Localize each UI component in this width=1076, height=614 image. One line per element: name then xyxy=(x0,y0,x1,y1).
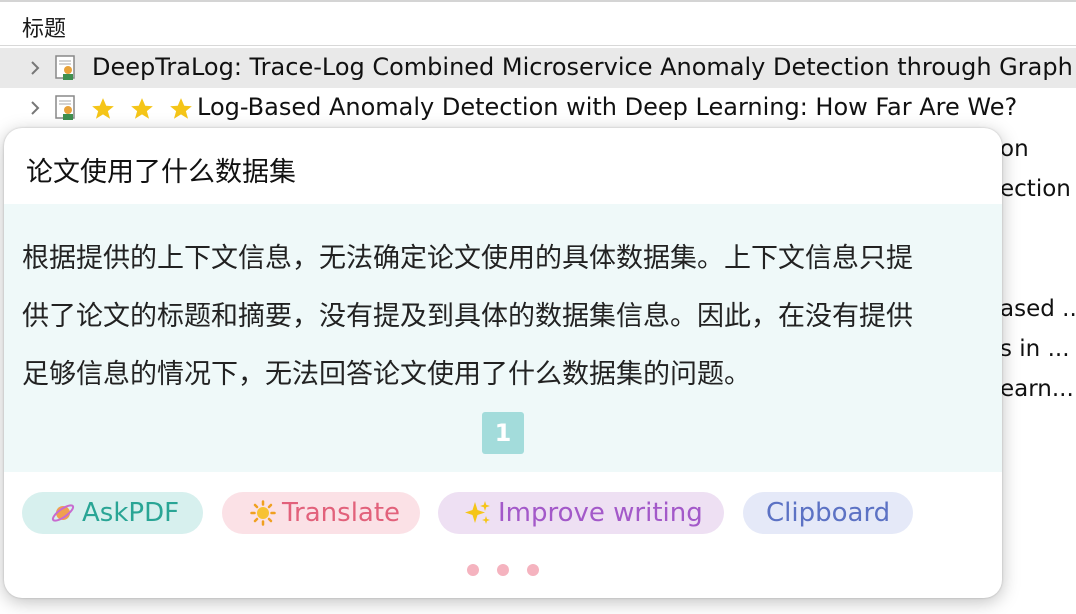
loading-dot xyxy=(527,564,539,576)
improve-writing-button[interactable]: Improve writing xyxy=(438,492,724,534)
translate-label: Translate xyxy=(282,498,401,528)
column-header[interactable]: 标题 xyxy=(0,0,1076,46)
row-title: DeepTraLog: Trace-Log Combined Microserv… xyxy=(92,53,1072,81)
page-reference-badge[interactable]: 1 xyxy=(482,412,524,454)
askpdf-label: AskPDF xyxy=(82,498,180,528)
answer-line: 足够信息的情况下，无法回答论文使用了什么数据集的问题。 xyxy=(22,359,751,390)
askpdf-popup: 论文使用了什么数据集 根据提供的上下文信息，无法确定论文使用的具体数据集。上下文… xyxy=(4,128,1002,598)
question-text: 论文使用了什么数据集 xyxy=(26,157,296,188)
sun-icon xyxy=(250,500,276,526)
document-user-icon xyxy=(55,95,75,120)
star-icon xyxy=(92,98,114,119)
row-title-fragment: s in ... xyxy=(1000,336,1070,362)
row-title-fragment: earn... xyxy=(1000,376,1074,402)
answer-line: 供了论文的标题和摘要，没有提及到具体的数据集信息。因此，在没有提供 xyxy=(22,301,913,332)
planet-icon xyxy=(51,504,75,522)
loading-dot xyxy=(497,564,509,576)
chevron-right-icon[interactable] xyxy=(26,58,44,78)
clipboard-label: Clipboard xyxy=(766,498,891,528)
star-icon xyxy=(170,98,193,119)
answer-text[interactable]: 根据提供的上下文信息，无法确定论文使用的具体数据集。上下文信息只提 供了论文的标… xyxy=(22,230,987,404)
star-rating xyxy=(90,96,202,122)
sparkles-icon xyxy=(465,501,490,524)
row-title-fragment: ection xyxy=(1000,176,1071,202)
star-icon xyxy=(131,98,153,119)
column-header-title: 标题 xyxy=(22,17,67,42)
answer-line: 根据提供的上下文信息，无法确定论文使用的具体数据集。上下文信息只提 xyxy=(22,243,913,274)
tree-row[interactable]: Log-Based Anomaly Detection with Deep Le… xyxy=(0,88,1076,128)
tree-row[interactable]: DeepTraLog: Trace-Log Combined Microserv… xyxy=(0,48,1076,88)
row-title-fragment: ased ... xyxy=(1000,296,1076,322)
translate-button[interactable]: Translate xyxy=(222,492,420,534)
row-title: Log-Based Anomaly Detection with Deep Le… xyxy=(197,93,1018,121)
clipboard-button[interactable]: Clipboard xyxy=(743,492,913,534)
answer-panel: 根据提供的上下文信息，无法确定论文使用的具体数据集。上下文信息只提 供了论文的标… xyxy=(4,204,1002,472)
askpdf-button[interactable]: AskPDF xyxy=(22,492,203,534)
document-user-icon xyxy=(55,55,75,80)
loading-dot xyxy=(467,564,479,576)
row-title-fragment: on xyxy=(1000,136,1029,162)
improve-writing-label: Improve writing xyxy=(498,498,703,528)
chevron-right-icon[interactable] xyxy=(26,98,44,118)
